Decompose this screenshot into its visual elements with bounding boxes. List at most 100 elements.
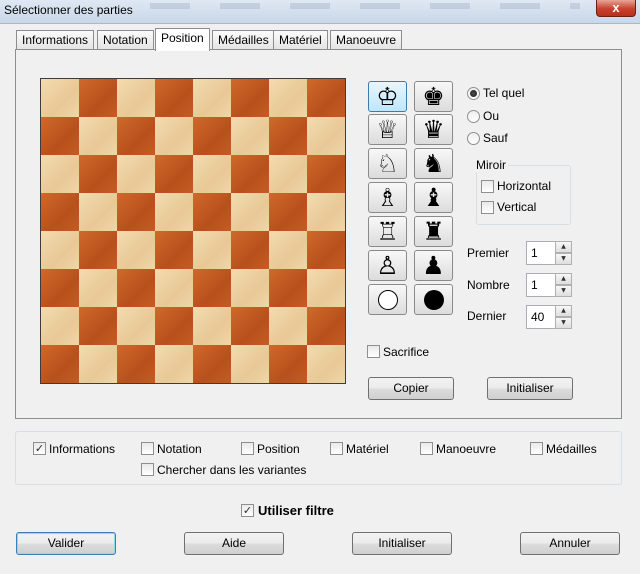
filter-checkbox[interactable]: ✓ (241, 504, 254, 517)
board-square[interactable] (155, 79, 193, 117)
premier-input[interactable]: 1 (526, 241, 556, 265)
vertical-checkbox[interactable] (481, 201, 494, 214)
board-square[interactable] (41, 79, 79, 117)
board-square[interactable] (231, 117, 269, 155)
board-square[interactable] (269, 307, 307, 345)
tab-position[interactable]: Position (155, 28, 210, 51)
board-square[interactable] (155, 117, 193, 155)
tab-medailles[interactable]: Médailles (212, 30, 275, 50)
board-square[interactable] (79, 307, 117, 345)
white-circle-button[interactable] (368, 284, 407, 315)
board-square[interactable] (193, 345, 231, 383)
close-button[interactable]: x (596, 0, 636, 17)
board-square[interactable] (79, 193, 117, 231)
board-square[interactable] (41, 155, 79, 193)
tab-informations[interactable]: Informations (16, 30, 95, 50)
premier-spinner[interactable]: ▲ ▼ (555, 241, 572, 265)
black-rook-button[interactable]: ♜ (414, 216, 453, 247)
board-square[interactable] (307, 155, 345, 193)
copier-button[interactable]: Copier (368, 377, 454, 400)
board-square[interactable] (117, 307, 155, 345)
board-square[interactable] (79, 345, 117, 383)
manoeuvre-checkbox[interactable] (420, 442, 433, 455)
board-square[interactable] (41, 193, 79, 231)
board-square[interactable] (79, 117, 117, 155)
radio-tel-quel[interactable] (467, 87, 480, 100)
radio-sauf[interactable] (467, 132, 480, 145)
board-square[interactable] (193, 269, 231, 307)
board-square[interactable] (307, 269, 345, 307)
dernier-input[interactable]: 40 (526, 305, 556, 329)
board-square[interactable] (155, 307, 193, 345)
board-square[interactable] (307, 79, 345, 117)
white-bishop-button[interactable]: ♗ (368, 182, 407, 213)
position-checkbox[interactable] (241, 442, 254, 455)
board-square[interactable] (231, 307, 269, 345)
board-square[interactable] (41, 117, 79, 155)
board-square[interactable] (41, 307, 79, 345)
board-square[interactable] (269, 345, 307, 383)
board-square[interactable] (231, 155, 269, 193)
board-square[interactable] (41, 269, 79, 307)
board-square[interactable] (155, 155, 193, 193)
board-square[interactable] (155, 345, 193, 383)
board-square[interactable] (269, 79, 307, 117)
nombre-spinner[interactable]: ▲ ▼ (555, 273, 572, 297)
tab-materiel[interactable]: Matériel (273, 30, 328, 50)
notation-checkbox[interactable] (141, 442, 154, 455)
black-queen-button[interactable]: ♛ (414, 114, 453, 145)
board-square[interactable] (269, 231, 307, 269)
board-square[interactable] (269, 117, 307, 155)
board-square[interactable] (117, 345, 155, 383)
board-square[interactable] (231, 79, 269, 117)
board-square[interactable] (117, 79, 155, 117)
white-pawn-button[interactable]: ♙ (368, 250, 407, 281)
board-square[interactable] (193, 117, 231, 155)
medailles-checkbox[interactable] (530, 442, 543, 455)
board-square[interactable] (155, 269, 193, 307)
dernier-spinner[interactable]: ▲ ▼ (555, 305, 572, 329)
initialiser-button[interactable]: Initialiser (352, 532, 452, 555)
board-square[interactable] (231, 193, 269, 231)
horizontal-checkbox[interactable] (481, 180, 494, 193)
sacrifice-checkbox[interactable] (367, 345, 380, 358)
board-square[interactable] (307, 117, 345, 155)
white-rook-button[interactable]: ♖ (368, 216, 407, 247)
black-pawn-button[interactable]: ♟ (414, 250, 453, 281)
black-knight-button[interactable]: ♞ (414, 148, 453, 179)
chess-board[interactable] (40, 78, 346, 384)
board-square[interactable] (193, 231, 231, 269)
board-square[interactable] (231, 231, 269, 269)
board-square[interactable] (307, 307, 345, 345)
variantes-checkbox[interactable] (141, 463, 154, 476)
board-square[interactable] (269, 193, 307, 231)
board-square[interactable] (117, 117, 155, 155)
board-square[interactable] (307, 193, 345, 231)
black-circle-button[interactable] (414, 284, 453, 315)
materiel-checkbox[interactable] (330, 442, 343, 455)
white-knight-button[interactable]: ♘ (368, 148, 407, 179)
board-square[interactable] (307, 231, 345, 269)
board-square[interactable] (41, 345, 79, 383)
board-square[interactable] (41, 231, 79, 269)
board-square[interactable] (193, 193, 231, 231)
board-square[interactable] (117, 269, 155, 307)
board-square[interactable] (79, 155, 117, 193)
informations-checkbox[interactable]: ✓ (33, 442, 46, 455)
board-square[interactable] (193, 79, 231, 117)
board-square[interactable] (79, 79, 117, 117)
board-square[interactable] (79, 231, 117, 269)
board-square[interactable] (117, 193, 155, 231)
board-square[interactable] (231, 269, 269, 307)
aide-button[interactable]: Aide (184, 532, 284, 555)
board-square[interactable] (155, 193, 193, 231)
board-square[interactable] (269, 155, 307, 193)
white-queen-button[interactable]: ♕ (368, 114, 407, 145)
board-square[interactable] (117, 231, 155, 269)
tab-manoeuvre[interactable]: Manoeuvre (330, 30, 403, 50)
board-square[interactable] (79, 269, 117, 307)
valider-button[interactable]: Valider (16, 532, 116, 555)
white-king-button[interactable]: ♔ (368, 81, 407, 112)
initialiser-position-button[interactable]: Initialiser (487, 377, 573, 400)
board-square[interactable] (269, 269, 307, 307)
